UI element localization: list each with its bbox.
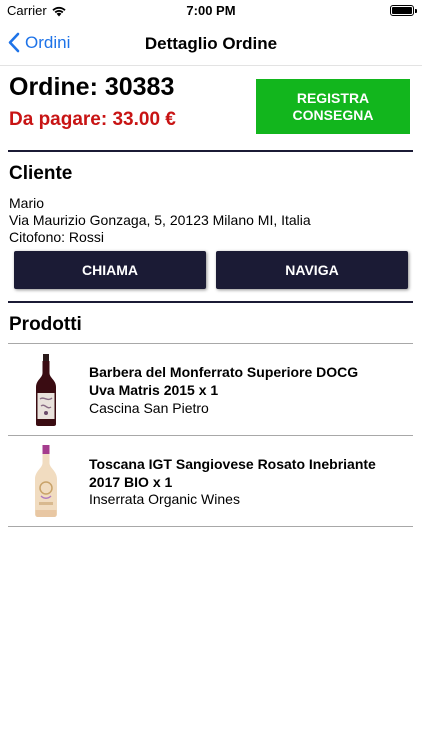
- client-intercom: Citofono: Rossi: [9, 229, 104, 245]
- client-address: Via Maurizio Gonzaga, 5, 20123 Milano MI…: [9, 212, 311, 228]
- products-heading: Prodotti: [9, 314, 82, 335]
- red-wine-bottle-icon: [36, 354, 56, 426]
- product-name-line2: Uva Matris 2015 x 1: [89, 382, 219, 398]
- list-separator: [8, 526, 413, 527]
- status-time: 7:00 PM: [186, 3, 236, 18]
- amount-due: Da pagare: 33.00 €: [9, 109, 176, 130]
- rose-wine-bottle-icon: [35, 445, 57, 517]
- navigation-bar: Ordini Dettaglio Ordine: [0, 22, 422, 66]
- section-divider: [8, 301, 413, 303]
- product-name: Barbera del Monferrato Superiore DOCG Uv…: [89, 363, 409, 399]
- product-name-line1: Toscana IGT Sangiovese Rosato Inebriante: [89, 456, 376, 472]
- product-name: Toscana IGT Sangiovese Rosato Inebriante…: [89, 455, 409, 491]
- navigate-button-label: NAVIGA: [285, 262, 339, 278]
- product-name-line1: Barbera del Monferrato Superiore DOCG: [89, 364, 359, 380]
- register-button-line2: CONSEGNA: [292, 106, 374, 123]
- page-title: Dettaglio Ordine: [144, 34, 278, 53]
- product-vendor: Cascina San Pietro: [89, 400, 209, 416]
- register-button-line1: REGISTRA: [296, 89, 370, 106]
- client-name: Mario: [9, 195, 45, 211]
- navigate-button[interactable]: NAVIGA: [216, 251, 408, 289]
- section-divider: [8, 150, 413, 152]
- client-heading: Cliente: [9, 163, 73, 184]
- product-row[interactable]: Barbera del Monferrato Superiore DOCG Uv…: [0, 344, 422, 435]
- call-button[interactable]: CHIAMA: [14, 251, 206, 289]
- status-bar: Carrier 7:00 PM: [0, 0, 422, 22]
- product-row[interactable]: Toscana IGT Sangiovese Rosato Inebriante…: [0, 436, 422, 527]
- product-vendor: Inserrata Organic Wines: [89, 491, 240, 507]
- battery-icon: [390, 5, 417, 16]
- product-name-line2: 2017 BIO x 1: [89, 474, 173, 490]
- register-delivery-button[interactable]: REGISTRA CONSEGNA: [256, 79, 410, 134]
- order-number: Ordine: 30383: [9, 73, 175, 101]
- call-button-label: CHIAMA: [82, 262, 138, 278]
